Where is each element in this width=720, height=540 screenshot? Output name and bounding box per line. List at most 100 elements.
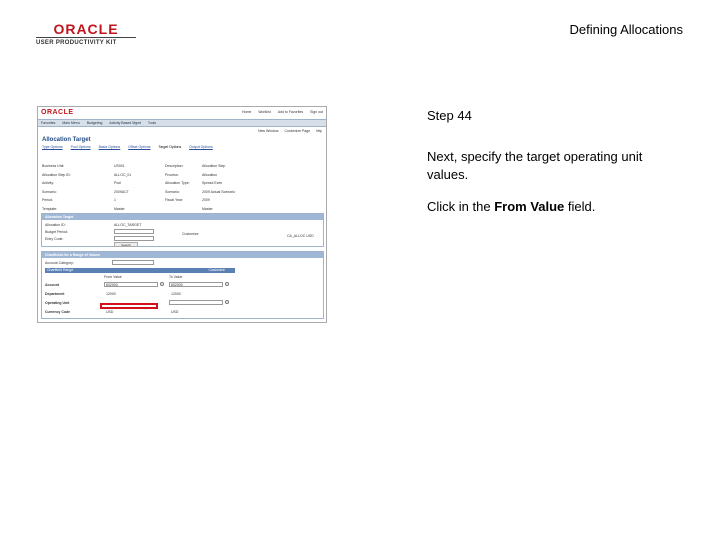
info-label: Business Unit: [42, 164, 65, 168]
info-row: Business Unit: US001 Description: Alloca… [42, 164, 322, 173]
allocation-id-label: Allocation ID: [45, 223, 66, 227]
info-label: Scenario: [165, 189, 180, 194]
info-value: Allocation Step [202, 164, 226, 168]
tab-output-options[interactable]: Output Options [189, 145, 213, 149]
top-link-worklist[interactable]: Worklist [258, 110, 270, 114]
column-header-to: To Value [169, 275, 183, 279]
nav-item[interactable]: Favorites [41, 121, 55, 125]
lookup-icon[interactable] [225, 300, 229, 304]
info-label: Allocation Type: [165, 181, 190, 185]
info-row: Allocation Step ID: ALLOC_01 Process: Al… [42, 173, 322, 182]
step-description: Next, specify the target operating unit … [427, 149, 643, 182]
info-value: ALLOC_01 [114, 172, 132, 177]
instruction-prefix: Click in the [427, 199, 495, 214]
info-value: Allocation [202, 172, 218, 177]
currency-from-value: USD [106, 310, 114, 314]
instruction-suffix: field. [564, 199, 596, 214]
range-box-title: Chartfields for a Range of Values [42, 252, 323, 258]
chartfield-grid-header: Chartfield Range Customize [45, 268, 235, 273]
info-value: Pool [114, 181, 122, 185]
info-row: Period: 1 Fiscal Year: 2009 [42, 198, 322, 207]
info-label: Period: [42, 198, 54, 202]
column-header-from: From Value [104, 275, 122, 279]
app-brand: ORACLE [41, 109, 74, 116]
allocation-target-box: Allocation Target Allocation ID: ALLOC_T… [41, 213, 324, 247]
range-values-box: Chartfields for a Range of Values Accoun… [41, 251, 324, 319]
logo-rule [36, 37, 136, 38]
department-from-value: 12000 [106, 292, 116, 296]
info-label: Fiscal Year: [165, 198, 184, 202]
account-to-value: 602000 [171, 283, 183, 287]
search-button[interactable]: Search [114, 242, 138, 247]
top-link-favorites[interactable]: Add to Favorites [278, 110, 303, 114]
info-label: Activity: [42, 181, 55, 185]
tab-target-options[interactable]: Target Options [158, 145, 181, 149]
info-block: Business Unit: US001 Description: Alloca… [42, 164, 322, 215]
operating-unit-from-input-highlight[interactable] [100, 303, 158, 309]
app-tabs: Type Options Pool Options Basis Options … [42, 145, 220, 149]
customize-page-link[interactable]: Customize Page [284, 129, 310, 133]
instruction-field-name: From Value [494, 199, 565, 214]
info-value: 2009 Actual Scenario [202, 189, 236, 194]
info-label: Template: [42, 206, 58, 211]
info-value: 2009 [202, 198, 210, 202]
http-link[interactable]: http [316, 129, 322, 133]
top-links: Home Worklist Add to Favorites Sign out [236, 110, 323, 114]
nav-item[interactable]: Activity Based Mgmt [109, 121, 141, 125]
currency-to-value: USD [171, 310, 179, 314]
budget-period-input[interactable] [114, 229, 154, 234]
top-link-signout[interactable]: Sign out [310, 110, 323, 114]
account-from-value: 602000 [106, 283, 118, 287]
info-value: 1 [114, 198, 116, 202]
lookup-icon[interactable] [225, 282, 229, 286]
grid-customize-link[interactable]: Customize [208, 268, 225, 273]
lookup-icon[interactable] [160, 282, 164, 286]
info-value: Master [202, 206, 213, 211]
entry-code-input[interactable] [114, 236, 154, 241]
step-number: Step 44 [427, 108, 472, 123]
app-top-bar: ORACLE Home Worklist Add to Favorites Si… [38, 107, 326, 119]
utility-links: New Window Customize Page http [253, 129, 322, 133]
allocation-box-title: Allocation Target [42, 214, 323, 220]
info-row: Scenario: 2009ACT Scenario: 2009 Actual … [42, 190, 322, 199]
info-label: Allocation Step ID: [42, 172, 71, 177]
step-instruction: Click in the From Value field. [427, 199, 687, 214]
app-nav-bar: Favorites Main Menu Budgeting Activity B… [38, 119, 326, 127]
page-title: Defining Allocations [569, 22, 683, 37]
account-category-label: Account Category: [45, 261, 74, 265]
allocation-id-value: ALLOC_TARGET [114, 223, 142, 227]
oracle-upk-logo: ORACLE USER PRODUCTIVITY KIT [36, 22, 136, 46]
top-link-home[interactable]: Home [242, 110, 251, 114]
info-value: US001 [114, 164, 125, 168]
info-label: Process: [165, 172, 179, 177]
new-window-link[interactable]: New Window [258, 129, 278, 133]
app-page-heading: Allocation Target [42, 137, 91, 143]
budget-period-label: Budget Period: [45, 230, 69, 234]
customize-label: Customize [182, 232, 199, 236]
info-value: Spread Even [202, 181, 223, 185]
row-label-operating-unit: Operating Unit [45, 301, 70, 305]
row-label-department: Department [45, 292, 65, 296]
info-value: 2009ACT [114, 189, 129, 194]
alloc-currency-label: CA_ALLOC USD [287, 234, 314, 238]
info-value: Master [114, 206, 125, 211]
account-category-select[interactable] [112, 260, 154, 265]
tab-basis-options[interactable]: Basis Options [99, 145, 121, 149]
nav-item[interactable]: Tools [148, 121, 156, 125]
info-row: Activity: Pool Allocation Type: Spread E… [42, 181, 322, 190]
logo-subtitle: USER PRODUCTIVITY KIT [36, 40, 117, 46]
entry-code-label: Entry Code: [45, 237, 64, 241]
tab-offset-options[interactable]: Offset Options [128, 145, 150, 149]
logo-wordmark: ORACLE [53, 21, 119, 37]
operating-unit-to-input[interactable] [169, 300, 223, 305]
department-to-value: 12000 [171, 292, 181, 296]
row-label-account: Account [45, 283, 59, 287]
tab-type-options[interactable]: Type Options [42, 145, 63, 149]
nav-item[interactable]: Main Menu [62, 121, 79, 125]
tab-pool-options[interactable]: Pool Options [71, 145, 91, 149]
application-screenshot: ORACLE Home Worklist Add to Favorites Si… [37, 106, 327, 323]
grid-title: Chartfield Range [47, 268, 74, 272]
nav-item[interactable]: Budgeting [87, 121, 103, 125]
row-label-currency-code: Currency Code [45, 310, 71, 314]
info-label: Description: [165, 164, 184, 168]
